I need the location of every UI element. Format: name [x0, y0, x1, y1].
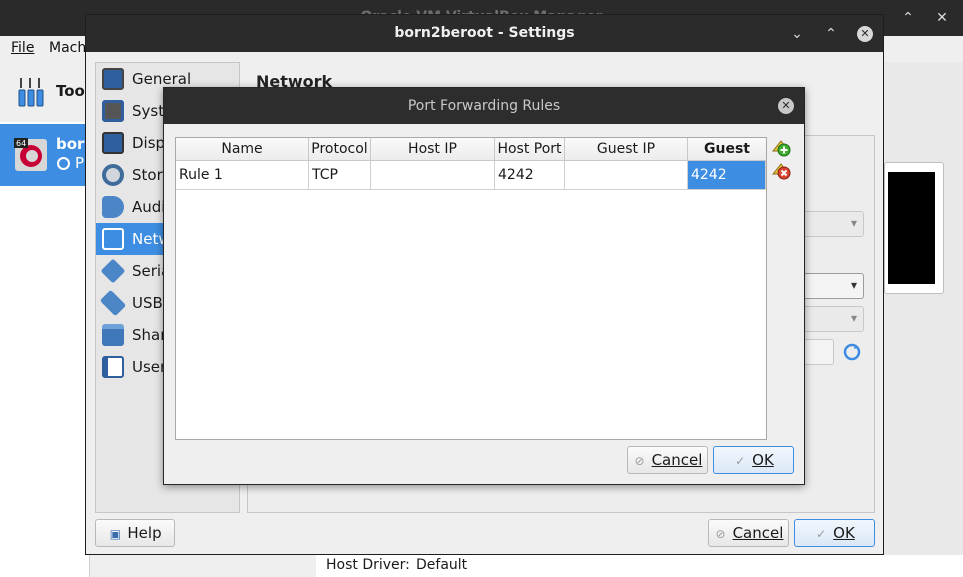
table-cell-host-port[interactable]: 4242 [495, 161, 565, 190]
cancel-icon: ⊘ [715, 527, 726, 541]
remove-rule-icon[interactable] [771, 161, 791, 181]
vm-state: P [75, 154, 85, 172]
column-header-host-port[interactable]: Host Port [495, 138, 565, 161]
table-cell-guest-port[interactable]: 4242 [688, 161, 766, 190]
sidebar-item-label: Shar [132, 326, 167, 344]
cancel-button[interactable]: ⊘ Cancel [708, 519, 789, 547]
table-cell-protocol[interactable]: TCP [309, 161, 371, 190]
ok-button[interactable]: ✓ OK [713, 446, 794, 474]
check-icon: ✓ [735, 454, 746, 468]
table-cell-guest-ip[interactable] [565, 161, 688, 190]
serial-ports-icon [100, 258, 126, 284]
dialog-titlebar: Port Forwarding Rules ✕ [164, 88, 804, 124]
sidebar-item-label: Disp [132, 134, 166, 152]
refresh-mac-icon[interactable] [843, 343, 861, 361]
column-header-guest-ip[interactable]: Guest IP [565, 138, 688, 161]
column-header-name[interactable]: Name [176, 138, 309, 161]
arch-badge: 64 [16, 139, 27, 148]
sidebar-item-label: User [132, 358, 167, 376]
maximize-icon[interactable]: ⌃ [823, 26, 839, 42]
host-driver-value: Default [416, 557, 468, 573]
general-icon [102, 68, 124, 90]
minimize-icon[interactable]: ⌄ [789, 26, 805, 42]
preview-screen [888, 172, 935, 284]
cancel-button[interactable]: ⊘ Cancel [627, 446, 708, 474]
tools-icon[interactable] [16, 76, 48, 108]
chevron-down-icon: ▾ [850, 311, 857, 325]
close-icon[interactable]: ✕ [934, 10, 950, 26]
chevron-down-icon: ▾ [850, 278, 857, 292]
host-driver-label: Host Driver: [326, 557, 410, 573]
chevron-down-icon: ▾ [850, 216, 857, 230]
add-rule-icon[interactable] [771, 138, 791, 158]
sidebar-item-label: Audi [132, 198, 166, 216]
close-icon[interactable]: ✕ [778, 98, 794, 114]
display-icon [102, 132, 124, 154]
check-icon: ✓ [816, 527, 827, 541]
user-interface-icon [102, 356, 124, 378]
port-forwarding-table[interactable]: Name Protocol Host IP Host Port Guest IP… [175, 137, 767, 440]
settings-title: born2beroot - Settings [394, 25, 575, 41]
help-button[interactable]: ▣ Help [95, 519, 175, 547]
port-forwarding-dialog: Port Forwarding Rules ✕ Name Protocol Ho… [163, 87, 805, 485]
network-icon [102, 228, 124, 250]
storage-icon [102, 164, 124, 186]
audio-icon [102, 196, 124, 218]
table-cell-host-ip[interactable] [371, 161, 495, 190]
close-icon[interactable]: ✕ [857, 26, 873, 42]
dialog-title: Port Forwarding Rules [407, 98, 561, 114]
menu-machine[interactable]: Mach [49, 40, 86, 56]
powered-off-icon [57, 157, 70, 170]
cancel-icon: ⊘ [634, 454, 645, 468]
sidebar-item-label: USB [132, 294, 163, 312]
shared-folders-icon [102, 324, 124, 346]
settings-titlebar: born2beroot - Settings ⌄ ⌃ ✕ [86, 15, 883, 52]
column-header-guest-port[interactable]: Guest Port [688, 138, 766, 179]
system-icon [102, 100, 124, 122]
menu-file[interactable]: File [11, 40, 34, 56]
column-header-protocol[interactable]: Protocol [309, 138, 371, 161]
help-icon: ▣ [109, 527, 122, 541]
details-panel [883, 62, 963, 577]
maximize-icon[interactable]: ⌃ [900, 10, 916, 26]
ok-button[interactable]: ✓ OK [794, 519, 875, 547]
usb-icon [99, 289, 127, 317]
sidebar-item-label: General [132, 70, 192, 88]
details-host-driver-row: Host Driver: Default [316, 555, 963, 577]
table-cell-name[interactable]: Rule 1 [176, 161, 309, 190]
vm-list [0, 122, 90, 577]
column-header-host-ip[interactable]: Host IP [371, 138, 495, 161]
vm-list-item[interactable]: 64 born P [0, 124, 95, 186]
